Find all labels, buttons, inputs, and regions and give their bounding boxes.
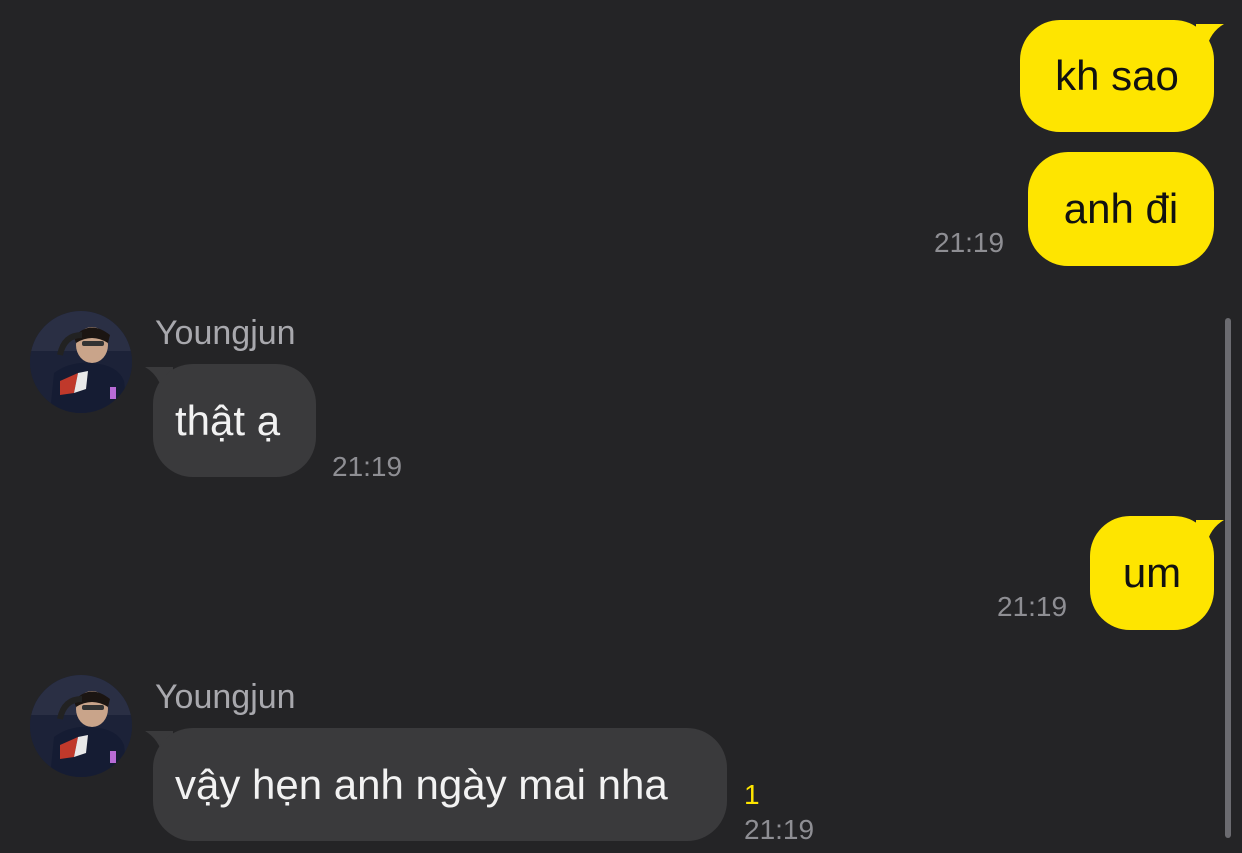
message-timestamp: 21:19 [332,451,403,482]
message-text: vậy hẹn anh ngày mai nha [175,760,668,808]
message-timestamp: 21:19 [934,227,1005,258]
avatar-photo-icon [30,311,132,413]
sender-avatar[interactable] [30,675,132,777]
message-text: thật ạ [175,396,281,444]
message-text: um [1122,549,1182,596]
scrollbar[interactable] [1225,318,1231,838]
outgoing-message-bubble[interactable]: anh đi [1028,152,1214,266]
message-text: kh sao [1055,52,1179,99]
sender-name: Youngjun [155,314,296,352]
incoming-message-bubble[interactable]: thật ạ [153,364,316,477]
unread-count-badge: 1 [744,779,760,810]
message-text: anh đi [1063,185,1179,232]
message-timestamp: 21:19 [744,814,815,845]
bubble-tail [1196,24,1224,50]
outgoing-message-bubble[interactable]: kh sao [1020,20,1214,132]
chat-message-list[interactable]: kh sao anh đi 21:19 Youngjun thật ạ 21:1… [0,0,1242,853]
avatar-photo-icon [30,675,132,777]
message-timestamp: 21:19 [997,591,1068,622]
bubble-tail [1196,520,1224,546]
incoming-message-bubble[interactable]: vậy hẹn anh ngày mai nha [153,728,727,841]
sender-name: Youngjun [155,678,296,716]
sender-avatar[interactable] [30,311,132,413]
